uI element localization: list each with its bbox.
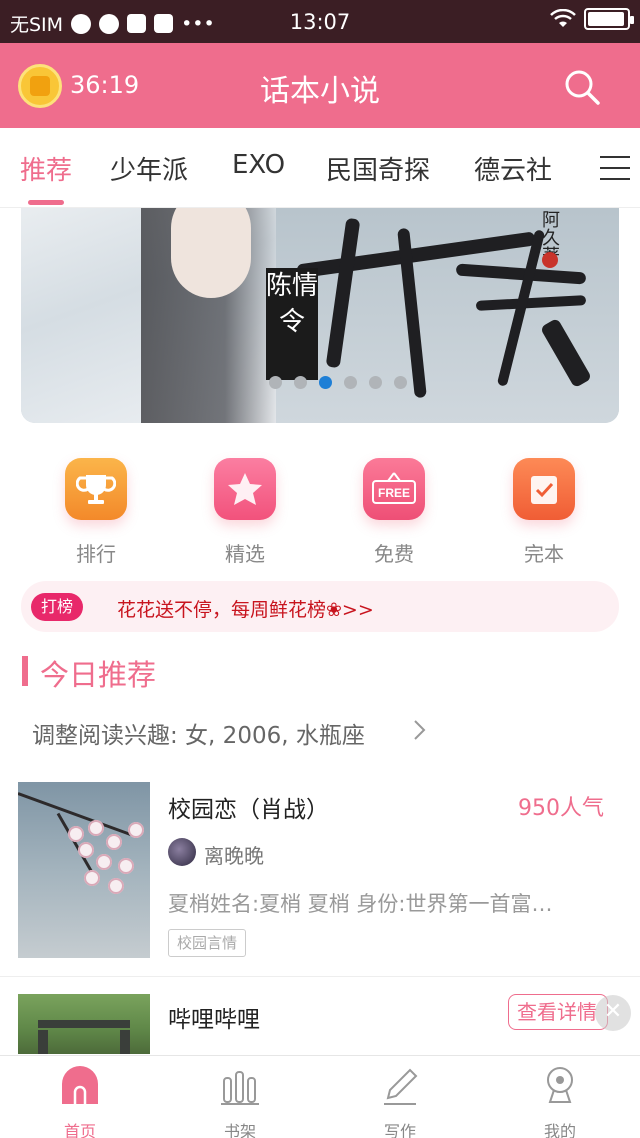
free-icon: FREE [363,458,425,520]
genre-tag[interactable]: 校园言情 [168,929,247,957]
banner-carousel[interactable]: 陈情令 阿久著 [21,208,619,423]
nav-label: 我的 [543,1122,576,1138]
category-completed[interactable]: 完本 [484,458,604,567]
carousel-dot-active[interactable] [319,376,332,389]
app-header: 36:19 话本小说 [0,43,640,128]
promo-text: 花花送不停，每周鲜花榜❀>> [117,599,374,621]
list-divider [0,976,640,977]
page-title: 话本小说 [260,74,380,109]
section-title: 今日推荐 [40,658,157,692]
home-icon [62,1066,98,1104]
category-ranking[interactable]: 排行 [36,458,156,567]
view-details-button[interactable]: 查看详情 [508,994,608,1030]
carousel-dot[interactable] [344,376,357,389]
tab-minguo[interactable]: 民国奇探 [326,150,430,187]
section-marker [22,656,28,686]
tab-recommend[interactable]: 推荐 [20,150,72,187]
battery-icon [584,8,634,30]
book-description: 夏梢姓名:夏梢 夏梢 身份:世界第一首富… [168,892,553,916]
pen-icon [384,1068,418,1105]
book-title[interactable]: 校园恋（肖战） [168,790,329,824]
nav-label: 书架 [223,1122,256,1138]
nav-label: 写作 [383,1122,416,1138]
reading-interest-link[interactable]: 调整阅读兴趣: 女, 2006, 水瓶座 [32,716,365,750]
search-icon[interactable] [564,69,600,105]
book-title[interactable]: 哔哩哔哩 [168,1000,260,1034]
category-label: 完本 [524,542,564,566]
tab-deyunshe[interactable]: 德云社 [474,150,552,187]
book-cover[interactable] [18,782,150,958]
nav-label: 首页 [63,1122,96,1138]
flower-ranking-banner[interactable]: 打榜 花花送不停，每周鲜花榜❀>> [21,581,619,632]
close-icon[interactable]: ✕ [595,995,631,1031]
profile-icon [547,1067,573,1103]
carousel-dots [0,376,640,389]
wifi-icon [550,9,576,27]
category-label: 免费 [374,542,414,566]
category-tabs: 推荐 少年派 EXO 民国奇探 德云社 [0,128,640,208]
status-time: 13:07 [289,10,351,34]
category-label: 精选 [225,542,265,566]
nav-home[interactable]: 首页 [30,1064,130,1138]
banner-seal [542,252,558,268]
category-featured[interactable]: 精选 [185,458,305,567]
banner-character-image [21,208,281,423]
chevron-right-icon[interactable] [412,719,426,741]
author-name[interactable]: 离晚晚 [204,840,264,869]
status-right [550,8,634,30]
banner-series-title: 陈情令 [266,268,318,380]
carousel-dot[interactable] [369,376,382,389]
bookshelf-icon [221,1071,259,1105]
category-label: 排行 [76,542,116,566]
bottom-nav: 首页 书架 写作 我的 [0,1055,640,1138]
tab-exo[interactable]: EXO [232,150,285,180]
star-icon [214,458,276,520]
svg-text:FREE: FREE [378,486,410,500]
carousel-dot[interactable] [269,376,282,389]
banner-calligraphy-art [276,208,619,423]
check-note-icon [513,458,575,520]
book-popularity: 950人气 [518,796,604,821]
trophy-icon [65,458,127,520]
tab-indicator [28,200,64,205]
status-bar: 无SIM ••• 13:07 [0,0,640,43]
ranking-badge: 打榜 [31,593,84,621]
nav-profile[interactable]: 我的 [510,1064,610,1138]
nav-write[interactable]: 写作 [350,1064,450,1138]
category-free[interactable]: FREE 免费 [334,458,454,567]
carousel-dot[interactable] [394,376,407,389]
nav-bookshelf[interactable]: 书架 [190,1064,290,1138]
book-cover[interactable] [18,994,150,1054]
menu-icon[interactable] [600,156,630,182]
author-avatar [168,838,196,866]
carousel-dot[interactable] [294,376,307,389]
tab-shaonianpai[interactable]: 少年派 [110,150,188,187]
